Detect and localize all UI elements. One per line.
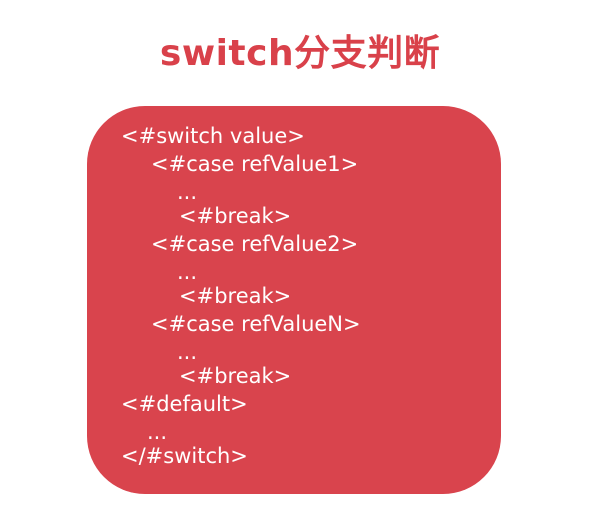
code-line-default: <#default>: [121, 392, 248, 416]
code-line-case-1: <#case refValue1>: [151, 152, 359, 176]
code-line-ellipsis-4: ...: [147, 420, 168, 444]
code-line-switch-close: </#switch>: [121, 444, 248, 468]
code-line-ellipsis-1: ...: [177, 180, 198, 204]
code-box: <#switch value> <#case refValue1> ... <#…: [87, 106, 501, 494]
code-line-break-2: <#break>: [179, 284, 292, 308]
code-line-switch-open: <#switch value>: [121, 124, 305, 148]
slide: switch分支判断 <#switch value> <#case refVal…: [0, 0, 600, 513]
code-line-ellipsis-2: ...: [177, 260, 198, 284]
code-line-case-n: <#case refValueN>: [151, 312, 361, 336]
code-line-case-2: <#case refValue2>: [151, 232, 359, 256]
slide-title: switch分支判断: [159, 33, 441, 74]
code-line-ellipsis-3: ...: [177, 340, 198, 364]
code-line-break-3: <#break>: [179, 364, 292, 388]
code-line-break-1: <#break>: [179, 204, 292, 228]
